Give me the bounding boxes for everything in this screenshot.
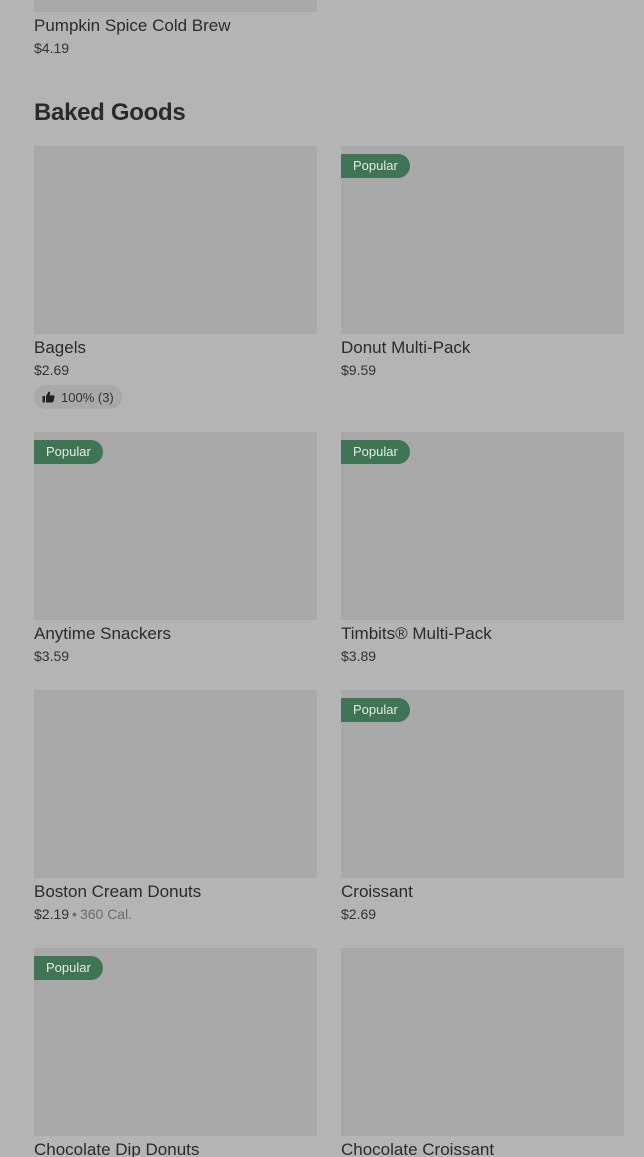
- item-name: Chocolate Dip Donuts: [34, 1140, 200, 1157]
- item-name: Donut Multi-Pack: [341, 338, 471, 357]
- separator-dot: •: [72, 906, 77, 922]
- rating-badge: 100% (3): [34, 385, 122, 409]
- popular-badge: Popular: [34, 956, 103, 980]
- popular-badge: Popular: [34, 440, 103, 464]
- menu-item-card[interactable]: Popular Chocolate Dip Donuts: [34, 948, 317, 1157]
- item-image: [34, 0, 317, 12]
- thumbs-up-icon: [42, 391, 55, 403]
- item-image: [34, 690, 317, 878]
- item-image: Popular: [34, 432, 317, 620]
- item-price: $3.59: [34, 648, 70, 664]
- popular-badge: Popular: [341, 440, 410, 464]
- item-price: $3.89: [341, 648, 377, 664]
- item-image: Popular: [341, 432, 624, 620]
- item-price: $2.19: [34, 906, 70, 922]
- item-name: Croissant: [341, 882, 413, 901]
- popular-badge: Popular: [341, 154, 410, 178]
- item-price: $9.59: [341, 362, 377, 378]
- item-price: $4.19: [34, 40, 70, 56]
- item-image: Popular: [34, 948, 317, 1136]
- item-price-line: $2.19 • 360 Cal.: [34, 905, 317, 923]
- item-name: Bagels: [34, 338, 86, 357]
- section-title: Baked Goods: [34, 99, 186, 126]
- menu-item-card[interactable]: Popular Donut Multi-Pack $9.59: [341, 146, 624, 432]
- popular-badge: Popular: [341, 698, 410, 722]
- item-name: Timbits® Multi-Pack: [341, 624, 492, 643]
- rating-text: 100% (3): [61, 389, 114, 405]
- menu-item-card[interactable]: Bagels $2.69 100% (3): [34, 146, 317, 432]
- menu-item-card[interactable]: Popular Timbits® Multi-Pack $3.89: [341, 432, 624, 690]
- menu-item-card[interactable]: Pumpkin Spice Cold Brew $4.19: [34, 0, 317, 57]
- item-price: $2.69: [341, 906, 377, 922]
- menu-page: Pumpkin Spice Cold Brew $4.19 Baked Good…: [0, 0, 644, 1157]
- menu-item-card[interactable]: Boston Cream Donuts $2.19 • 360 Cal.: [34, 690, 317, 948]
- item-image: [341, 948, 624, 1136]
- item-price: $2.69: [34, 362, 70, 378]
- item-name: Boston Cream Donuts: [34, 882, 202, 901]
- item-name: Anytime Snackers: [34, 624, 171, 643]
- menu-item-card[interactable]: Chocolate Croissant: [341, 948, 624, 1157]
- item-image: [34, 146, 317, 334]
- menu-item-card[interactable]: Popular Croissant $2.69: [341, 690, 624, 948]
- menu-item-card[interactable]: Popular Anytime Snackers $3.59: [34, 432, 317, 690]
- item-image: Popular: [341, 146, 624, 334]
- item-image: Popular: [341, 690, 624, 878]
- menu-item-grid: Bagels $2.69 100% (3) Popular Donut Mult…: [34, 146, 624, 1157]
- item-name: Pumpkin Spice Cold Brew: [34, 16, 231, 35]
- item-name: Chocolate Croissant: [341, 1140, 495, 1157]
- item-calories: 360 Cal.: [79, 906, 133, 922]
